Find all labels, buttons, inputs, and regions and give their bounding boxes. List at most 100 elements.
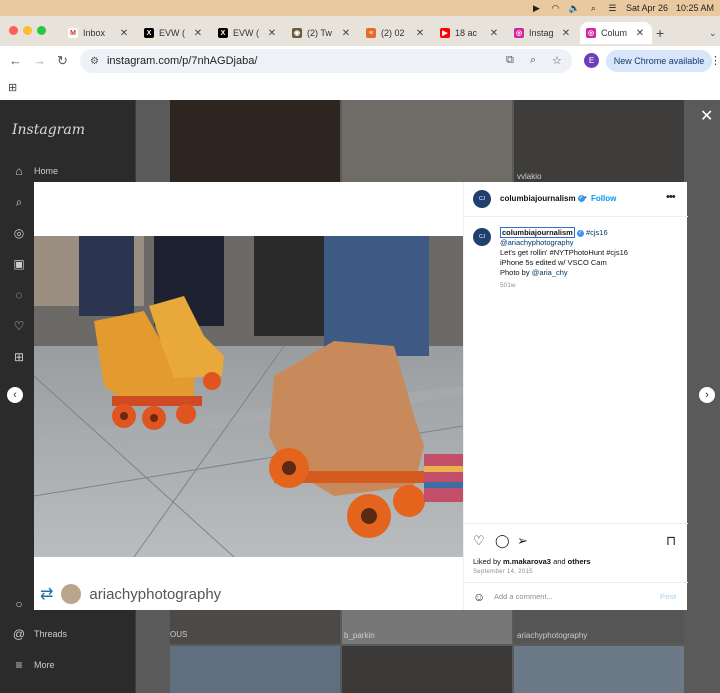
instagram-icon: ◎ xyxy=(514,28,524,38)
bookmark-star-icon[interactable]: ☆ xyxy=(552,54,562,67)
sidebar-item-home[interactable]: ⌂ Home xyxy=(12,164,58,178)
control-center-icon[interactable]: ☰ xyxy=(607,3,618,14)
address-bar[interactable]: ⚙ instagram.com/p/7nhAGDjaba/ xyxy=(80,49,572,73)
tab-evw-2[interactable]: X EVW ( ✕ xyxy=(212,22,284,44)
grid-tile[interactable] xyxy=(342,646,512,693)
new-chrome-available-button[interactable]: New Chrome available xyxy=(606,50,712,72)
close-tab-icon[interactable]: ✕ xyxy=(266,28,278,39)
tweetdeck-icon: ◉ xyxy=(292,28,302,38)
hashtag-link[interactable]: #cjs16 xyxy=(586,228,608,237)
grid-tile[interactable] xyxy=(342,100,512,182)
tab-search-chevron-icon[interactable]: ⌄ xyxy=(709,28,717,39)
liked-others-link[interactable]: others xyxy=(568,557,591,566)
comment-input[interactable]: Add a comment... xyxy=(494,592,553,601)
post-details-panel: CJ columbiajournalism ✓ • Follow ••• CJ c… xyxy=(463,182,688,610)
x-icon: X xyxy=(144,28,154,38)
mention-link[interactable]: @aria_chy xyxy=(532,268,568,277)
credit-username: ariachyphotography xyxy=(89,585,222,603)
caption-username[interactable]: columbiajournalism xyxy=(500,227,575,238)
search-icon[interactable]: ⌕ xyxy=(588,3,599,14)
roller-skates-photo[interactable] xyxy=(34,236,463,557)
tab-instagram[interactable]: ◎ Instag ✕ xyxy=(508,22,578,44)
likes-summary: Liked by m.makarova3 and others xyxy=(473,557,591,566)
photo-credit: ⇄ ariachyphotography xyxy=(40,584,221,604)
author-avatar[interactable]: CJ xyxy=(473,190,491,208)
tab-columbia-active[interactable]: ◎ Colum ✕ xyxy=(580,22,652,44)
apps-grid-icon[interactable]: ⊞ xyxy=(8,81,17,94)
tab-inbox[interactable]: M Inbox ✕ xyxy=(62,22,136,44)
close-tab-icon[interactable]: ✕ xyxy=(488,28,500,39)
play-icon[interactable]: ▶ xyxy=(531,3,542,14)
mention-link[interactable]: @ariachyphotography xyxy=(500,238,574,247)
grid-tile[interactable] xyxy=(514,100,684,182)
next-post-arrow-icon[interactable]: › xyxy=(699,387,715,403)
zoom-window-button[interactable] xyxy=(37,26,46,35)
close-window-button[interactable] xyxy=(9,26,18,35)
menubar-date: Sat Apr 26 xyxy=(625,3,668,13)
tab-tweetdeck[interactable]: ◉ (2) Tw ✕ xyxy=(286,22,358,44)
circle-icon: ○ xyxy=(15,597,23,611)
close-tab-icon[interactable]: ✕ xyxy=(192,28,204,39)
liked-by-user[interactable]: m.makarova3 xyxy=(503,557,551,566)
instagram-page: Instagram ⌂ Home ⌕ ◎ ▣ ◌ ♡ ⊞ ○ @ Threads xyxy=(0,100,720,693)
reels-icon: ▣ xyxy=(13,257,25,271)
follow-button[interactable]: Follow xyxy=(591,194,616,203)
author-username[interactable]: columbiajournalism ✓ xyxy=(500,194,585,203)
minimize-window-button[interactable] xyxy=(23,26,32,35)
save-bookmark-icon[interactable]: ⊓ xyxy=(666,533,676,549)
back-arrow-icon[interactable]: ← xyxy=(9,53,22,68)
close-tab-icon[interactable]: ✕ xyxy=(560,28,572,39)
wifi-icon[interactable]: ◠ xyxy=(550,3,561,14)
heart-icon: ♡ xyxy=(13,319,25,333)
sidebar-item-more[interactable]: ≡ More xyxy=(12,658,54,672)
tab-evw-1[interactable]: X EVW ( ✕ xyxy=(138,22,210,44)
grid-tile[interactable] xyxy=(170,646,340,693)
close-tab-icon[interactable]: ✕ xyxy=(118,28,130,39)
tab-substack[interactable]: ≡ (2) 02 ✕ xyxy=(360,22,432,44)
profile-avatar[interactable]: E xyxy=(584,53,599,68)
grid-tile[interactable] xyxy=(170,100,340,182)
zoom-icon[interactable]: ⌕ xyxy=(530,54,536,67)
sidebar-item-notifications[interactable]: ♡ xyxy=(12,319,34,333)
new-tab-button[interactable]: + xyxy=(656,25,664,41)
install-app-icon[interactable]: ⧉ xyxy=(506,54,514,67)
instagram-icon: ◎ xyxy=(586,28,596,38)
comment-icon[interactable]: ◯ xyxy=(495,533,510,549)
previous-post-arrow-icon[interactable]: ‹ xyxy=(7,387,23,403)
post-comment-button[interactable]: Post xyxy=(660,592,676,601)
window-controls xyxy=(9,26,46,35)
sidebar-item-explore[interactable]: ◎ xyxy=(12,226,34,240)
caption-text: Let's get rollin' #NYTPhotoHunt #cjs16 xyxy=(500,248,628,257)
forward-arrow-icon[interactable]: → xyxy=(33,53,46,68)
caption-text: iPhone 5s edited w/ VSCO Cam xyxy=(500,258,607,267)
grid-tile[interactable] xyxy=(170,610,340,644)
tab-youtube[interactable]: ▶ 18 ac ✕ xyxy=(434,22,506,44)
reload-icon[interactable]: ↻ xyxy=(57,53,68,69)
like-heart-icon[interactable]: ♡ xyxy=(473,533,485,549)
close-tab-icon[interactable]: ✕ xyxy=(414,28,426,39)
more-options-icon[interactable]: ••• xyxy=(666,191,676,203)
sidebar-item-messages[interactable]: ◌ xyxy=(12,288,34,302)
grid-tile[interactable] xyxy=(514,646,684,693)
sidebar-item-search[interactable]: ⌕ xyxy=(12,195,34,209)
search-icon: ⌕ xyxy=(15,194,23,209)
post-modal: ⇄ ariachyphotography CJ columbiajournali… xyxy=(34,182,688,610)
sidebar-item-create[interactable]: ⊞ xyxy=(12,350,34,364)
site-info-icon[interactable]: ⚙ xyxy=(90,56,99,67)
credit-avatar xyxy=(61,584,82,604)
sidebar-item-profile[interactable]: ○ xyxy=(12,597,34,611)
share-icon[interactable]: ➢ xyxy=(517,533,528,549)
close-modal-icon[interactable]: ✕ xyxy=(700,106,713,126)
bookmarks-bar: ⊞ xyxy=(0,76,720,101)
volume-icon[interactable]: 🔈 xyxy=(569,3,580,14)
caption-avatar[interactable]: CJ xyxy=(473,228,491,246)
chrome-menu-icon[interactable]: ⋮ xyxy=(710,54,720,67)
gmail-icon: M xyxy=(68,28,78,38)
sidebar-item-threads[interactable]: @ Threads xyxy=(12,627,67,641)
close-tab-icon[interactable]: ✕ xyxy=(634,28,646,39)
instagram-logo[interactable]: Instagram xyxy=(12,122,85,138)
close-tab-icon[interactable]: ✕ xyxy=(340,28,352,39)
sidebar-item-reels[interactable]: ▣ xyxy=(12,257,34,271)
emoji-icon[interactable]: ☺ xyxy=(473,590,485,604)
home-icon: ⌂ xyxy=(15,164,23,178)
